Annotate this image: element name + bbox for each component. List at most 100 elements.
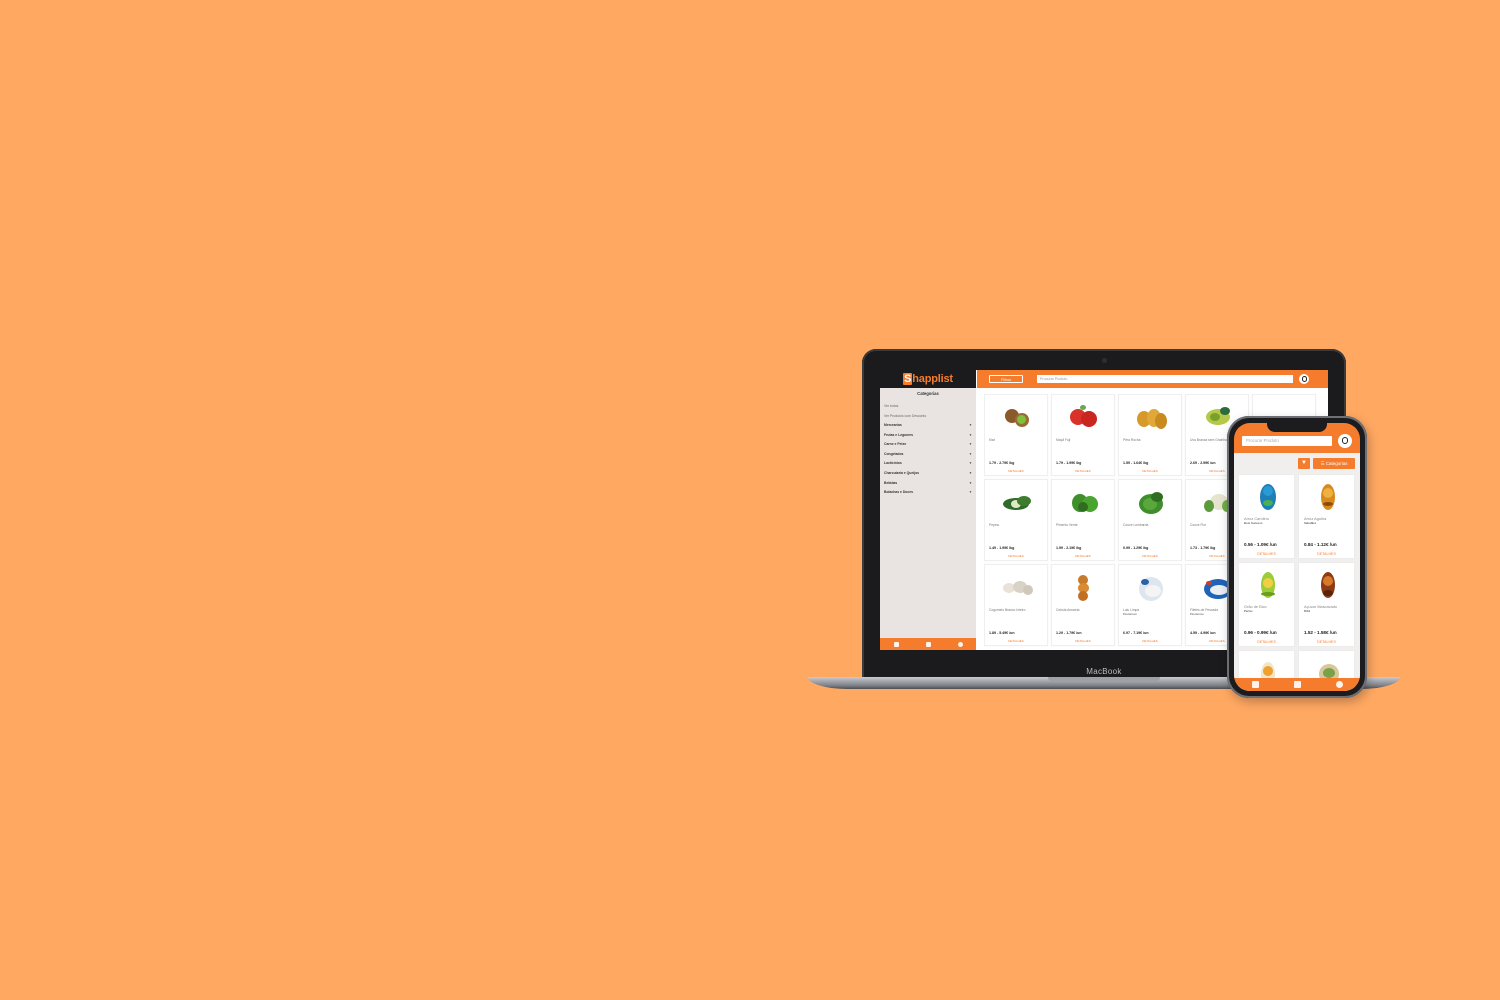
product-price: 1.29 - 1.79€ /un [1056,631,1082,635]
category-lacticinios[interactable]: Lacticínios ▼ [880,459,976,469]
details-link[interactable]: DETALHES [1119,554,1181,558]
user-icon[interactable] [1335,681,1343,688]
category-bolachas-doces[interactable]: Bolachas e Doces ▼ [880,488,976,498]
product-name: Filetes de Pescada [1190,608,1219,612]
product-image-shape [1078,591,1088,601]
details-link[interactable]: DETALHES [1119,639,1181,643]
product-card[interactable]: Pepino 1.49 - 1.99€ /kg DETALHES [984,479,1048,561]
search-input[interactable]: Procurar Produto [1037,375,1293,383]
category-bebidas[interactable]: Bebidas ▼ [880,479,976,489]
bottom-nav [880,638,976,650]
product-brand: Pescanova [1123,613,1137,616]
categories-sidebar: Shapplist Categorias Ver todos Ver Produ… [880,370,976,650]
mobile-categories-button[interactable]: ☰ Categorias [1313,458,1355,469]
user-icon[interactable] [957,641,963,647]
product-price: 4.59 - 4.99€ /un [1190,631,1216,635]
product-image-shape [1023,585,1033,595]
list-icon[interactable] [893,641,899,647]
category-frutas-legumes[interactable]: Frutas e Legumes ▼ [880,431,976,441]
category-mercearias[interactable]: Mercearias ▼ [880,421,976,431]
funnel-icon: ▼ [1301,460,1307,466]
product-card[interactable]: Pêra Rocha 1.59 - 1.64€ /kg DETALHES [1118,394,1182,476]
product-card[interactable]: Arroz Carolino Bom Sucesso 0.56 - 1.09€ /u… [1238,474,1295,559]
product-name: Maçã Fuji [1056,438,1071,442]
chevron-down-icon: ▼ [969,461,972,466]
product-price: 1.89 - 5.49€ /un [989,631,1015,635]
product-card[interactable]: Grão de Bico Pertus 0.96 - 0.99€ /un DETALH… [1238,562,1295,647]
product-image-shape [1017,415,1026,424]
mobile-filter-button[interactable]: ▼ [1298,458,1310,469]
mobile-search-input[interactable]: Procurar Produto [1242,436,1332,446]
frozen-pack-image [1133,573,1169,601]
details-link[interactable]: DETALHES [1299,640,1354,644]
details-link[interactable]: DETALHES [985,639,1047,643]
product-card[interactable]: Lulu Limpa Pescanova 6.97 - 7.19€ /un DETAL… [1118,564,1182,646]
product-image-shape [1323,590,1333,596]
list-icon[interactable] [1251,681,1259,688]
details-link[interactable]: DETALHES [1052,469,1114,473]
link-view-all[interactable]: Ver todos [880,401,976,411]
product-card[interactable]: Cebola Amarela 1.29 - 1.79€ /un DETALHES [1051,564,1115,646]
product-price: 0.96 - 0.99€ /un [1244,630,1277,635]
product-name: Pepino [989,523,1000,527]
product-image-shape [1206,581,1212,585]
shopping-bag-icon[interactable] [925,641,931,647]
product-card[interactable]: Arroz Agulha Saludães 0.84 - 1.12€ /un DETA… [1298,474,1355,559]
details-link[interactable]: DETALHES [1052,554,1114,558]
rice-bag-image [1257,482,1279,510]
product-card[interactable]: Pimento Verde 1.99 - 2.19€ /kg DETALHES [1051,479,1115,561]
chevron-down-icon: ▼ [969,480,972,485]
category-charcutaria-queijos[interactable]: Charcutaria e Queijos ▼ [880,469,976,479]
product-price: 1.59 - 1.64€ /kg [1123,461,1149,465]
kiwi-image [999,403,1035,431]
shopping-bag-icon[interactable] [1293,681,1301,688]
product-price: 1.73 - 1.79€ /kg [1190,546,1216,550]
product-image-shape [1323,488,1333,498]
pepper-image [1066,488,1102,516]
mobile-app-screen: Procurar Produto ▼ ☰ Categorias Arroz Ca… [1234,423,1360,691]
chevron-down-icon: ▼ [969,423,972,427]
product-card[interactable]: Maçã Fuji 1.79 - 1.99€ /kg DETALHES [1051,394,1115,476]
product-name: Couve Flor [1190,523,1207,527]
product-image-shape [1081,411,1097,427]
product-card[interactable]: Kiwi 1.79 - 2.79€ /kg DETALHES [984,394,1048,476]
categories-title: Categorias [917,391,939,396]
top-bar: Filtros Procurar Produto [977,370,1328,388]
details-link[interactable]: DETALHES [985,554,1047,558]
product-image-shape [1261,592,1275,596]
link-discount-products[interactable]: Ver Produtos com Desconto [880,411,976,421]
product-price: 2.69 - 2.99€ /un [1190,461,1216,465]
product-image-shape [1210,413,1220,421]
chevron-down-icon: ▼ [969,432,972,437]
product-image-shape [1210,585,1228,595]
product-name: Couve Lombarda [1123,523,1149,527]
laptop-camera [1102,358,1107,363]
details-link[interactable]: DETALHES [1052,639,1114,643]
details-link[interactable]: DETALHES [1119,469,1181,473]
product-brand: Pescanova [1190,613,1204,616]
chickpea-can-image [1257,570,1279,598]
product-price: 6.97 - 7.19€ /un [1123,631,1149,635]
product-card[interactable]: Couve Lombarda 0.99 - 1.29€ /kg DETALHES [1118,479,1182,561]
mobile-search-button[interactable] [1338,434,1352,448]
mushroom-image [999,573,1035,601]
category-carne-peixe[interactable]: Carne e Peixe ▼ [880,440,976,450]
product-price: 1.79 - 1.99€ /kg [1056,461,1082,465]
mobile-bottom-nav [1234,678,1360,691]
category-congelados[interactable]: Congelados ▼ [880,450,976,460]
product-card[interactable]: Cogumelo Branco Inteiro 1.89 - 5.49€ /un D… [984,564,1048,646]
search-button[interactable] [1299,374,1309,384]
product-image-shape [1263,486,1273,496]
details-link[interactable]: DETALHES [1239,552,1294,556]
logo-bar: Shapplist [880,370,976,388]
details-link[interactable]: DETALHES [1239,640,1294,644]
product-image-shape [1155,413,1167,429]
details-link[interactable]: DETALHES [1299,552,1354,556]
product-card[interactable]: Açúcar Mascavado Rifol 1.52 - 1.58€ /un DET… [1298,562,1355,647]
details-link[interactable]: DETALHES [985,469,1047,473]
filter-button[interactable]: Filtros [989,375,1023,383]
product-image-shape [1323,668,1335,678]
app-logo[interactable]: Shapplist [903,373,953,385]
product-name: Lulu Limpa [1123,608,1140,612]
phone-device: Procurar Produto ▼ ☰ Categorias Arroz Ca… [1227,416,1367,698]
